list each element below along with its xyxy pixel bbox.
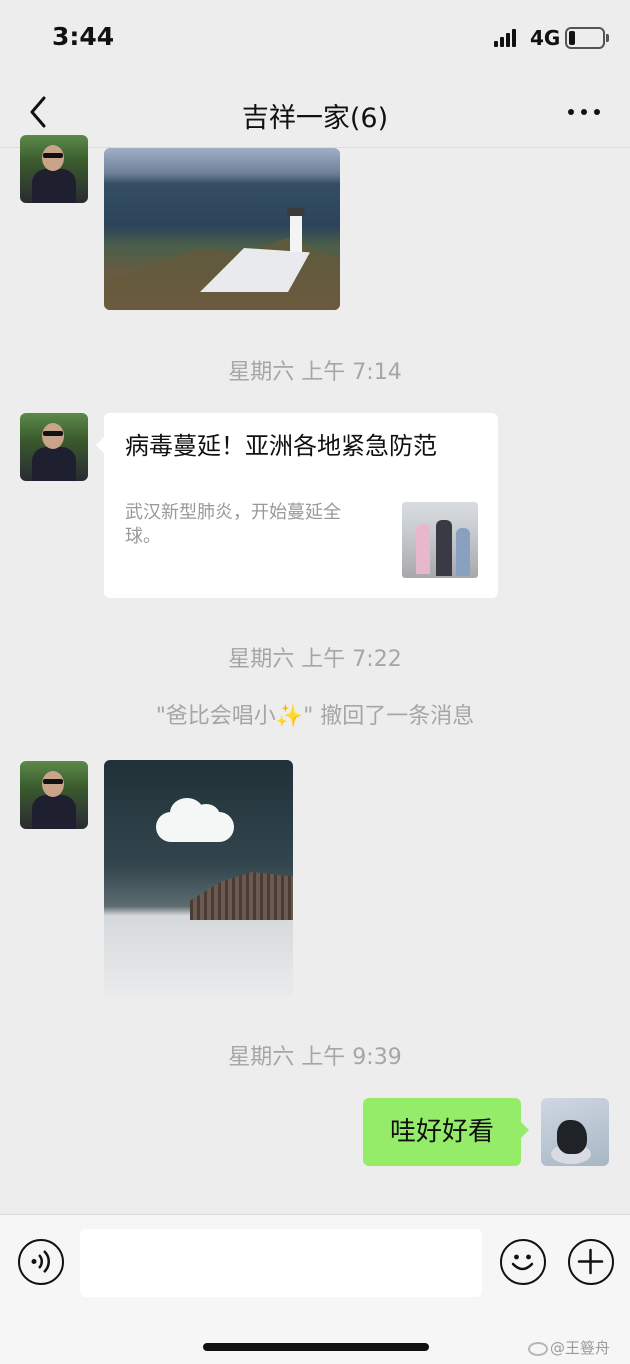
voice-icon[interactable] xyxy=(18,1239,64,1285)
message-timestamp: 星期六 上午 9:39 xyxy=(228,1045,402,1070)
sender-avatar[interactable] xyxy=(20,135,88,203)
weibo-icon xyxy=(528,1341,548,1356)
link-description: 武汉新型肺炎，开始蔓延全球。 xyxy=(125,502,341,547)
signal-icon xyxy=(494,29,522,47)
sender-avatar[interactable] xyxy=(20,761,88,829)
input-bar: @王簦舟 xyxy=(0,1214,630,1364)
crowd-photo xyxy=(402,502,478,578)
watermark-text: @王簦舟 xyxy=(550,1339,611,1357)
battery-icon xyxy=(565,27,605,49)
home-indicator xyxy=(203,1343,429,1351)
cloud-field-photo[interactable] xyxy=(104,760,293,996)
emoji-icon[interactable] xyxy=(500,1239,546,1285)
recall-notice: "爸比会唱小✨" 撤回了一条消息 xyxy=(155,704,475,729)
plus-icon[interactable] xyxy=(568,1239,614,1285)
status-time: 3:44 xyxy=(52,22,115,51)
watermark: @王簦舟 xyxy=(528,1337,610,1358)
message-timestamp: 星期六 上午 7:14 xyxy=(228,360,402,385)
status-bar: 3:44 4G xyxy=(0,0,630,80)
ellipsis-icon[interactable] xyxy=(566,102,602,122)
chat-title: 吉祥一家(6) xyxy=(241,103,389,134)
lighthouse-photo[interactable] xyxy=(104,148,340,310)
message-timestamp: 星期六 上午 7:22 xyxy=(228,647,402,672)
network-type: 4G xyxy=(530,26,561,50)
message-input[interactable] xyxy=(80,1229,482,1297)
link-title: 病毒蔓延！亚洲各地紧急防范 xyxy=(125,432,437,460)
sender-avatar[interactable] xyxy=(20,413,88,481)
chat-header: 吉祥一家(6) xyxy=(0,80,630,148)
link-card[interactable]: 病毒蔓延！亚洲各地紧急防范 武汉新型肺炎，开始蔓延全球。 xyxy=(96,413,498,598)
battery-tip xyxy=(606,34,609,42)
my-avatar[interactable] xyxy=(541,1098,609,1166)
my-text-bubble[interactable]: 哇好好看 xyxy=(363,1098,529,1166)
